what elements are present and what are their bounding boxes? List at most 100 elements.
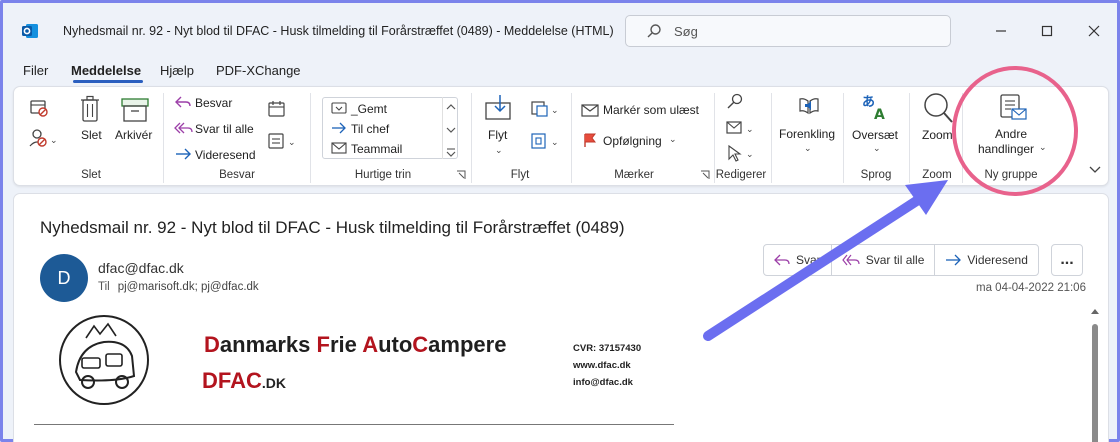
trash-icon[interactable]	[80, 95, 100, 123]
move-chevron-icon[interactable]: ⌄	[495, 145, 503, 156]
svg-text:⌄: ⌄	[551, 106, 559, 116]
svg-text:⌄: ⌄	[746, 150, 754, 160]
reply-all-action-button[interactable]: Svar til alle	[832, 245, 936, 275]
forward-button[interactable]: Videresend	[195, 148, 256, 162]
svg-text:⌄: ⌄	[746, 125, 754, 135]
other-actions-label-1[interactable]: Andre	[995, 127, 1027, 141]
followup-button[interactable]: Opfølgning	[603, 134, 662, 148]
translate-button[interactable]: Oversæt	[852, 128, 898, 142]
reply-all-icon	[174, 122, 193, 134]
quick-steps-scroll[interactable]	[442, 97, 458, 159]
group-label-sprog: Sprog	[860, 169, 892, 181]
reply-action-label: Svar	[796, 253, 821, 267]
other-actions-chevron-icon[interactable]: ⌄	[1039, 142, 1047, 153]
reply-action-button[interactable]: Svar	[764, 245, 832, 275]
archive-icon[interactable]	[121, 97, 149, 123]
more-actions-button[interactable]: ...	[1051, 244, 1083, 276]
sender-address[interactable]: dfac@dfac.dk	[98, 260, 184, 276]
mark-unread-button[interactable]: Markér som ulæst	[603, 103, 699, 117]
recipients[interactable]: pj@marisoft.dk; pj@dfac.dk	[118, 281, 259, 293]
dialog-launcher-icon[interactable]	[456, 170, 466, 180]
chevron-down-icon[interactable]	[443, 120, 459, 140]
quick-step-teammail[interactable]: Teammail	[351, 142, 402, 156]
forward-action-button[interactable]: Videresend	[935, 245, 1038, 275]
meeting-reply-icon[interactable]	[267, 99, 287, 119]
menu-filer[interactable]: Filer	[23, 63, 48, 78]
reading-pane: Nyhedsmail nr. 92 - Nyt blod til DFAC - …	[13, 193, 1109, 442]
scroll-thumb[interactable]	[1092, 324, 1098, 442]
quick-steps-gallery: _Gemt Til chef Teammail	[322, 97, 458, 159]
ignore-icon[interactable]	[28, 97, 50, 119]
find-icon[interactable]	[726, 93, 744, 111]
followup-chevron-icon[interactable]: ⌄	[669, 134, 677, 145]
collapse-ribbon-icon[interactable]	[1088, 163, 1102, 177]
maximize-icon	[1041, 25, 1053, 37]
translate-icon[interactable]: あ A	[861, 93, 889, 121]
mark-unread-icon	[581, 104, 599, 117]
org-name-part: rie	[329, 332, 363, 357]
org-name-part: A	[362, 332, 379, 357]
quick-step-gemt[interactable]: _Gemt	[351, 102, 387, 116]
active-tab-indicator	[73, 80, 143, 83]
quick-step-til-chef[interactable]: Til chef	[351, 122, 389, 136]
menu-hjaelp[interactable]: Hjælp	[160, 63, 194, 78]
simplify-chevron-icon[interactable]: ⌄	[804, 143, 812, 154]
menu-meddelelse[interactable]: Meddelelse	[71, 63, 141, 78]
reply-all-button[interactable]: Svar til alle	[195, 122, 254, 136]
org-domain: DFAC.DK	[202, 368, 286, 394]
expand-gallery-icon[interactable]	[443, 143, 459, 163]
search-input[interactable]: Søg	[625, 15, 951, 47]
group-label-redigerer: Redigerer	[715, 169, 767, 181]
menu-bar: Filer Meddelelse Hjælp PDF-XChange	[3, 58, 1117, 84]
reply-icon	[774, 254, 790, 266]
org-name-part: C	[412, 332, 429, 357]
delete-button[interactable]: Slet	[81, 128, 102, 142]
minimize-button[interactable]	[989, 19, 1013, 43]
maximize-button[interactable]	[1035, 19, 1059, 43]
other-actions-label-2[interactable]: handlinger	[978, 142, 1034, 156]
chevron-up-icon[interactable]	[443, 97, 459, 117]
dialog-launcher-icon[interactable]	[700, 170, 710, 180]
scroll-up-icon[interactable]	[1088, 306, 1102, 318]
org-name-part: D	[204, 332, 220, 357]
zoom-button[interactable]: Zoom	[922, 128, 953, 142]
block-sender-icon[interactable]: ⌄	[28, 127, 58, 149]
translate-chevron-icon[interactable]: ⌄	[873, 143, 881, 154]
other-actions-icon[interactable]	[998, 93, 1028, 123]
separator	[843, 93, 844, 183]
avatar[interactable]: D	[40, 254, 88, 302]
reply-button[interactable]: Besvar	[195, 96, 232, 110]
move-button[interactable]: Flyt	[488, 128, 507, 142]
ribbon: ⌄ Slet Arkivér Slet Besvar Svar til alle…	[13, 86, 1109, 186]
immersive-reader-icon[interactable]	[797, 95, 821, 117]
separator	[909, 93, 910, 183]
org-email[interactable]: info@dfac.dk	[573, 374, 641, 391]
menu-pdf-xchange[interactable]: PDF-XChange	[216, 63, 301, 78]
simplify-button[interactable]: Forenkling	[779, 127, 835, 141]
scrollbar[interactable]	[1088, 306, 1102, 442]
related-icon[interactable]: ⌄	[726, 120, 756, 136]
dfac-logo-icon	[59, 315, 149, 405]
arrow-right-icon	[332, 122, 346, 134]
close-button[interactable]	[1082, 19, 1106, 43]
svg-text:⌄: ⌄	[288, 138, 296, 148]
more-respond-icon[interactable]: ⌄	[267, 131, 299, 151]
to-label: Til	[98, 281, 110, 293]
recipients-line: Til pj@marisoft.dk; pj@dfac.dk	[98, 281, 259, 293]
message-actions: Svar Svar til alle Videresend	[763, 244, 1039, 276]
window-title: Nyhedsmail nr. 92 - Nyt blod til DFAC - …	[63, 24, 614, 38]
rules-icon[interactable]: ⌄	[530, 99, 560, 119]
group-label-zoom: Zoom	[922, 169, 952, 181]
forward-icon	[176, 148, 191, 160]
onenote-icon[interactable]: ⌄	[530, 131, 560, 151]
separator	[471, 93, 472, 183]
org-website[interactable]: www.dfac.dk	[573, 357, 641, 374]
zoom-icon[interactable]	[922, 91, 954, 125]
message-subject: Nyhedsmail nr. 92 - Nyt blod til DFAC - …	[40, 218, 625, 237]
move-icon[interactable]	[484, 93, 514, 121]
folder-save-icon	[331, 102, 347, 114]
org-name: Danmarks Frie AutoCampere	[204, 332, 506, 358]
select-icon[interactable]: ⌄	[726, 144, 756, 162]
org-contact-info: CVR: 37157430 www.dfac.dk info@dfac.dk	[573, 340, 641, 391]
archive-button[interactable]: Arkivér	[115, 128, 152, 142]
